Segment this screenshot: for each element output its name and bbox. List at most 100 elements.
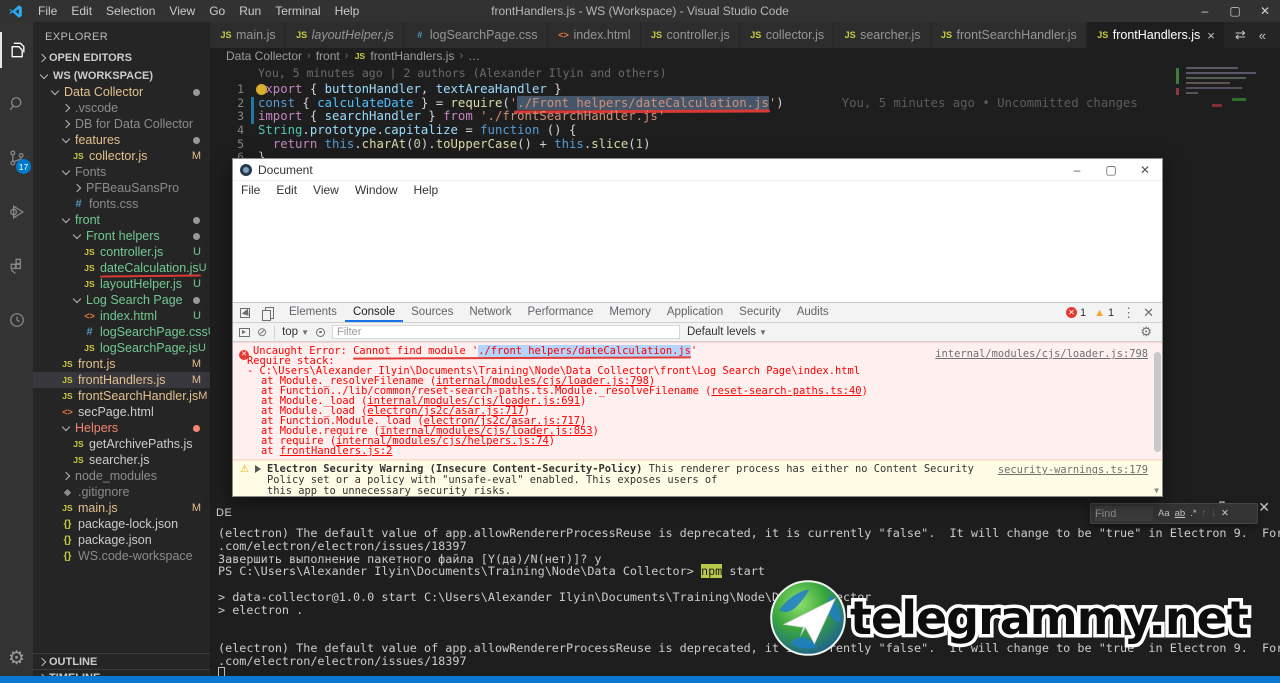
menu-file[interactable]: File [31,2,64,20]
devtools-tab-console[interactable]: Console [344,303,404,322]
warning-source-link[interactable]: security-warnings.ts:179 [998,464,1148,476]
tree-item-front[interactable]: front [33,212,210,228]
tab-searcher-js[interactable]: JS searcher.js [834,22,931,48]
tree-item-front-js[interactable]: JS front.js M [33,356,210,372]
status-bar[interactable] [0,676,1280,683]
doc-menu-window[interactable]: Window [347,183,406,197]
tab-fronthandlers-js[interactable]: JS frontHandlers.js × [1086,22,1225,48]
tree-item-controller-js[interactable]: JS controller.js U [33,244,210,260]
context-selector[interactable]: top ▼ [282,326,309,338]
tree-item-helpers[interactable]: Helpers [33,420,210,436]
tab-logsearchpage-css[interactable]: # logSearchPage.css [403,22,548,48]
doc-menu-file[interactable]: File [233,183,268,197]
doc-menu-edit[interactable]: Edit [268,183,305,197]
console-scrollbar[interactable] [1154,352,1161,452]
tree-item-db-for-data-collector[interactable]: DB for Data Collector [33,116,210,132]
breadcrumb-item-front[interactable]: front [316,49,340,63]
devtools-close-icon[interactable]: ✕ [1143,305,1154,321]
regex-icon[interactable]: .* [1190,508,1196,519]
whole-word-icon[interactable]: ab [1175,508,1186,519]
tree-item-secpage-html[interactable]: <> secPage.html [33,404,210,420]
tree-item-collector-js[interactable]: JS collector.js M [33,148,210,164]
menu-edit[interactable]: Edit [64,2,99,20]
menu-view[interactable]: View [162,2,202,20]
settings-gear-icon[interactable]: ⚙ [0,640,33,676]
tree-item-data-collector[interactable]: Data Collector [33,84,210,100]
tree-item-layouthelper-js[interactable]: JS layoutHelper.js U [33,276,210,292]
section-timeline[interactable]: TIMELINE [33,669,210,676]
explorer-icon[interactable] [0,32,33,68]
tree-item-frontsearchhandler-js[interactable]: JS frontSearchHandler.js M [33,388,210,404]
find-input[interactable] [1095,506,1153,521]
minimap[interactable] [1172,64,1272,164]
doc-close-icon[interactable]: ✕ [1128,160,1162,180]
tree-item-pfbeausanspro[interactable]: PFBeauSansPro [33,180,210,196]
tree-item-gitignore[interactable]: ◆ .gitignore [33,484,210,500]
maximize-icon[interactable]: ▢ [1220,0,1250,22]
tree-item-fonts[interactable]: Fonts [33,164,210,180]
tree-item-logsearchpage-css[interactable]: # logSearchPage.cssU [33,324,210,340]
tree-item-ws-workspace[interactable]: WS (WORKSPACE) [33,68,210,84]
devtools-menu-icon[interactable]: ⋮ [1122,305,1135,321]
section-outline[interactable]: OUTLINE [33,653,210,669]
doc-maximize-icon[interactable]: ▢ [1094,160,1128,180]
tree-item-index-html[interactable]: <> index.html U [33,308,210,324]
doc-menu-help[interactable]: Help [406,183,447,197]
tab-controller-js[interactable]: JS controller.js [640,22,740,48]
doc-menu-view[interactable]: View [305,183,347,197]
tree-item-log-search-page[interactable]: Log Search Page [33,292,210,308]
devtools-tab-sources[interactable]: Sources [403,303,461,322]
find-next-icon[interactable]: ↓ [1211,508,1216,519]
tab-main-js[interactable]: JS main.js [210,22,286,48]
tab-index-html[interactable]: <> index.html [547,22,641,48]
breadcrumb-item-data-collector[interactable]: Data Collector [226,49,302,63]
devtools-tab-audits[interactable]: Audits [789,303,837,322]
devtools-tab-security[interactable]: Security [731,303,789,322]
breadcrumb-item-[interactable]: … [468,49,480,63]
tree-item-vscode[interactable]: .vscode [33,100,210,116]
expand-warning-icon[interactable] [255,465,265,473]
stack-source-link[interactable]: reset-search-paths.ts:40 [711,385,861,397]
tree-item-fronthandlers-js[interactable]: JS frontHandlers.js M [33,372,210,388]
inspect-element-icon[interactable] [233,303,257,322]
tree-item-logsearchpage-js[interactable]: JS logSearchPage.js U [33,340,210,356]
tree-item-package-json[interactable]: {} package.json [33,532,210,548]
minimize-icon[interactable]: – [1190,0,1220,22]
search-icon[interactable] [0,86,33,122]
tree-item-fonts-css[interactable]: # fonts.css [33,196,210,212]
console-settings-icon[interactable]: ⚙ [1140,324,1156,340]
tab-collector-js[interactable]: JS collector.js [739,22,835,48]
tree-item-ws-code-workspace[interactable]: {} WS.code-workspace [33,548,210,564]
tab-layouthelper-js[interactable]: JS layoutHelper.js [285,22,404,48]
clear-console-icon[interactable]: ⊘ [257,325,267,339]
devtools-tab-memory[interactable]: Memory [601,303,659,322]
doc-minimize-icon[interactable]: – [1060,160,1094,180]
close-tab-icon[interactable]: × [1207,28,1215,43]
devtools-tab-performance[interactable]: Performance [520,303,602,322]
extensions-icon[interactable] [0,248,33,284]
tree-item-searcher-js[interactable]: JS searcher.js [33,452,210,468]
open-changes-icon[interactable]: ⇄ [1235,27,1246,43]
tab-frontsearchhandler-js[interactable]: JS frontSearchHandler.js [930,22,1087,48]
run-debug-icon[interactable] [0,194,33,230]
devtools-tab-elements[interactable]: Elements [281,303,345,322]
close-find-icon[interactable]: ✕ [1221,508,1229,519]
open-editors-section[interactable]: OPEN EDITORS [33,49,210,66]
source-control-icon[interactable]: 17 [0,140,33,176]
tree-item-features[interactable]: features [33,132,210,148]
close-icon[interactable]: ✕ [1250,0,1280,22]
breadcrumb-item-fronthandlers-js[interactable]: JS frontHandlers.js [353,49,455,63]
tree-item-package-lock-json[interactable]: {} package-lock.json [33,516,210,532]
menu-go[interactable]: Go [202,2,232,20]
panel-tab-partial[interactable]: DE [216,507,232,519]
error-source-link[interactable]: internal/modules/cjs/loader.js:798 [935,349,1148,359]
find-previous-icon[interactable]: ↑ [1202,508,1207,519]
console-filter-input[interactable] [331,325,680,339]
timeline-clock-icon[interactable] [0,302,33,338]
tree-item-front-helpers[interactable]: Front helpers [33,228,210,244]
menu-run[interactable]: Run [232,2,268,20]
console-sidebar-icon[interactable] [239,327,250,337]
menu-selection[interactable]: Selection [99,2,162,20]
devtools-tab-application[interactable]: Application [659,303,731,322]
tree-item-main-js[interactable]: JS main.js M [33,500,210,516]
